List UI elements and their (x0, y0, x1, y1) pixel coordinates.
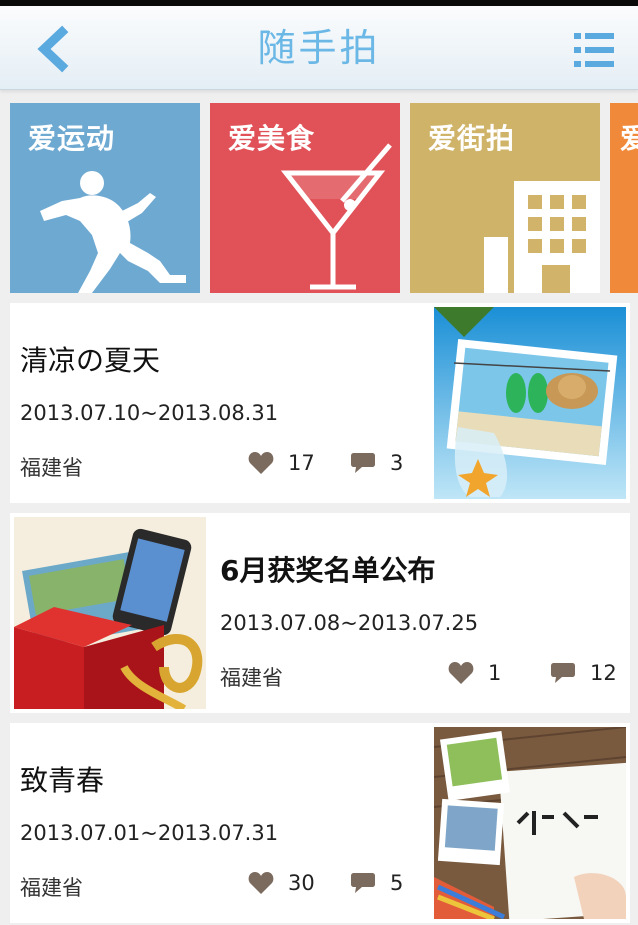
like-count-value: 30 (288, 871, 315, 895)
post-card[interactable]: 清凉の夏天 2013.07.10~2013.08.31 福建省 17 3 (10, 303, 630, 503)
category-sports[interactable]: 爱运动 (10, 103, 200, 293)
speech-bubble-icon (551, 663, 575, 683)
heart-icon (448, 662, 474, 684)
category-label: 爱街拍 (428, 122, 516, 155)
category-street[interactable]: 爱街拍 (410, 103, 600, 293)
category-partial[interactable]: 爱 (610, 103, 638, 293)
category-label: 爱美食 (228, 122, 316, 155)
comment-count-value: 5 (390, 871, 404, 895)
post-date-range: 2013.07.08~2013.07.25 (220, 611, 479, 635)
post-date-range: 2013.07.01~2013.07.31 (20, 821, 279, 845)
heart-icon (248, 452, 274, 474)
heart-icon (248, 872, 274, 894)
menu-button[interactable] (572, 28, 616, 72)
like-count[interactable]: 1 (448, 661, 501, 685)
post-location: 福建省 (220, 666, 283, 690)
post-title: 6月获奖名单公布 (220, 554, 436, 587)
like-count-value: 17 (288, 451, 315, 475)
post-title: 致青春 (20, 764, 105, 797)
category-food[interactable]: 爱美食 (210, 103, 400, 293)
nav-bar: 随手拍 (0, 6, 638, 90)
youth-photos-image[interactable] (434, 727, 626, 919)
comment-count[interactable]: 5 (350, 871, 403, 895)
page-title: 随手拍 (257, 26, 381, 70)
post-card[interactable]: 6月获奖名单公布 2013.07.08~2013.07.25 福建省 1 12 (10, 513, 630, 713)
prize-gift-image[interactable] (14, 517, 206, 709)
like-count[interactable]: 17 (248, 451, 315, 475)
post-date-range: 2013.07.10~2013.08.31 (20, 401, 279, 425)
like-count[interactable]: 30 (248, 871, 315, 895)
category-carousel[interactable]: 爱运动 爱美食 爱街拍 爱 (0, 103, 638, 293)
comment-count[interactable]: 12 (550, 661, 617, 685)
like-count-value: 1 (488, 661, 502, 685)
summer-beach-image[interactable] (434, 307, 626, 499)
category-label: 爱 (620, 122, 638, 155)
post-card[interactable]: 致青春 2013.07.01~2013.07.31 福建省 30 5 (10, 723, 630, 923)
post-location: 福建省 (20, 876, 83, 900)
post-title: 清凉の夏天 (20, 344, 161, 377)
speech-bubble-icon (351, 873, 375, 893)
comment-count-value: 12 (590, 661, 617, 685)
post-location: 福建省 (20, 456, 83, 480)
speech-bubble-icon (351, 453, 375, 473)
comment-count[interactable]: 3 (350, 451, 403, 475)
category-label: 爱运动 (28, 122, 116, 155)
comment-count-value: 3 (390, 451, 404, 475)
list-menu-icon (574, 33, 614, 67)
